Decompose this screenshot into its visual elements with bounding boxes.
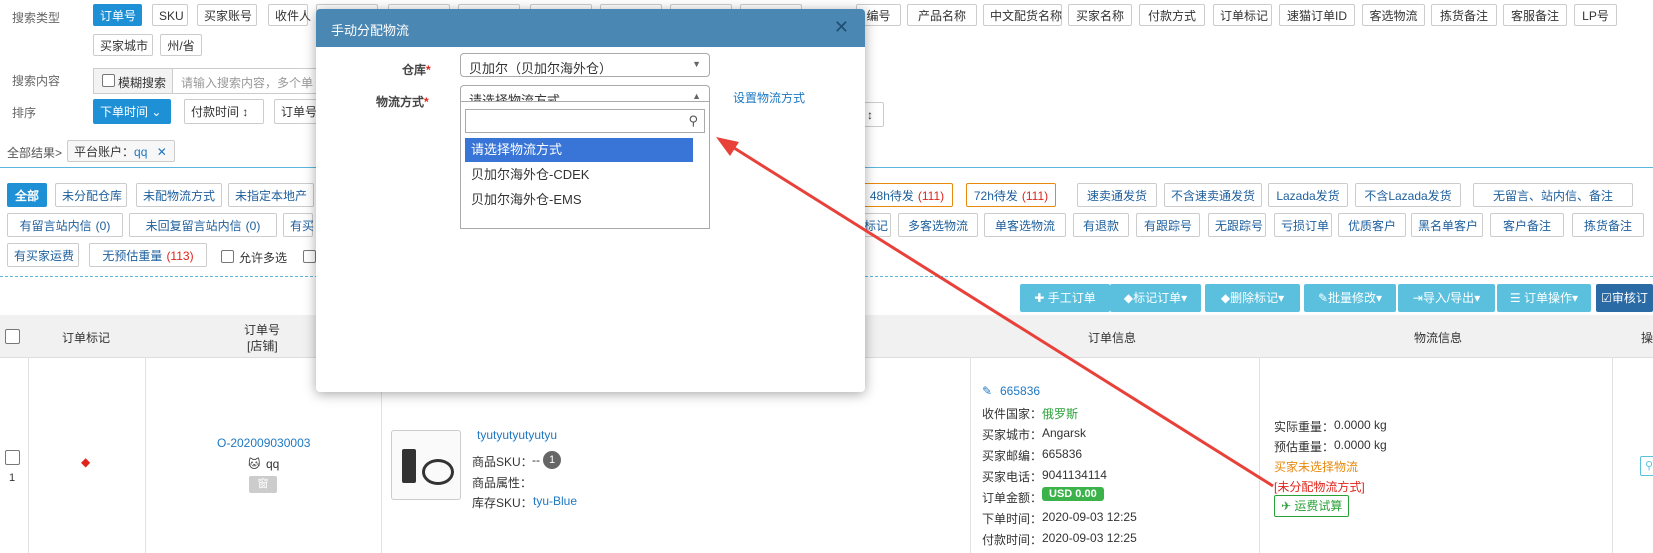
annotation-arrow — [716, 137, 1274, 488]
